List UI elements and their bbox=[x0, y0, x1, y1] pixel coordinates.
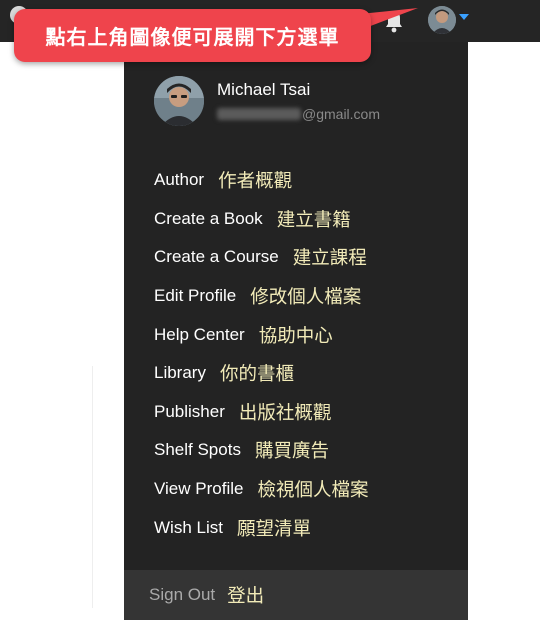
menu-item-label: Author bbox=[154, 170, 205, 190]
menu-item-annotation: 願望清單 bbox=[236, 518, 311, 540]
menu-item-help-center[interactable]: Help Center 協助中心 bbox=[154, 315, 454, 354]
profile-name: Michael Tsai bbox=[217, 80, 311, 99]
caret-down-icon[interactable] bbox=[459, 14, 469, 20]
menu-item-view-profile[interactable]: View Profile 檢視個人檔案 bbox=[154, 470, 454, 509]
menu-item-label: Create a Book bbox=[154, 208, 263, 228]
sign-out-button[interactable]: Sign Out 登出 bbox=[124, 570, 468, 620]
menu-item-label: Library bbox=[154, 363, 206, 383]
menu-item-publisher[interactable]: Publisher 出版社概觀 bbox=[154, 393, 454, 432]
callout-arrow bbox=[360, 8, 418, 30]
annotation-callout: 點右上角圖像便可展開下方選單 bbox=[14, 9, 371, 62]
menu-item-label: View Profile bbox=[154, 479, 244, 499]
menu-list: Author 作者概觀 Create a Book 建立書籍 Create a … bbox=[154, 161, 454, 547]
menu-item-create-a-book[interactable]: Create a Book 建立書籍 bbox=[154, 200, 454, 239]
menu-item-library[interactable]: Library 你的書櫃 bbox=[154, 354, 454, 393]
menu-item-annotation: 出版社概觀 bbox=[238, 402, 332, 424]
profile-email-domain: @gmail.com bbox=[302, 106, 381, 122]
menu-item-annotation: 你的書櫃 bbox=[219, 364, 294, 386]
menu-item-annotation: 建立課程 bbox=[292, 248, 367, 270]
menu-item-wish-list[interactable]: Wish List 願望清單 bbox=[154, 508, 454, 547]
menu-item-annotation: 作者概觀 bbox=[218, 171, 293, 193]
menu-item-shelf-spots[interactable]: Shelf Spots 購買廣告 bbox=[154, 431, 454, 470]
menu-item-label: Edit Profile bbox=[154, 286, 237, 306]
menu-item-annotation: 建立書籍 bbox=[276, 209, 351, 231]
sign-out-label: Sign Out bbox=[149, 585, 216, 604]
menu-item-label: Wish List bbox=[154, 517, 223, 537]
page-background bbox=[0, 42, 124, 630]
user-dropdown-menu: Michael Tsai @gmail.com Author 作者概觀 Crea… bbox=[124, 42, 468, 620]
menu-item-label: Publisher bbox=[154, 401, 225, 421]
menu-item-annotation: 修改個人檔案 bbox=[250, 287, 362, 309]
redacted-email-prefix bbox=[217, 108, 301, 120]
menu-item-annotation: 購買廣告 bbox=[254, 441, 329, 463]
profile-avatar bbox=[154, 76, 204, 126]
menu-item-annotation: 檢視個人檔案 bbox=[257, 480, 369, 502]
menu-item-label: Create a Course bbox=[154, 247, 279, 267]
sign-out-annotation: 登出 bbox=[227, 586, 265, 607]
menu-item-label: Shelf Spots bbox=[154, 440, 241, 460]
menu-item-edit-profile[interactable]: Edit Profile 修改個人檔案 bbox=[154, 277, 454, 316]
menu-item-author[interactable]: Author 作者概觀 bbox=[154, 161, 454, 200]
divider bbox=[92, 366, 93, 608]
menu-item-create-a-course[interactable]: Create a Course 建立課程 bbox=[154, 238, 454, 277]
menu-item-label: Help Center bbox=[154, 324, 245, 344]
menu-item-annotation: 協助中心 bbox=[258, 325, 333, 347]
profile-email: @gmail.com bbox=[217, 105, 380, 123]
profile-header[interactable]: Michael Tsai @gmail.com bbox=[154, 76, 454, 128]
